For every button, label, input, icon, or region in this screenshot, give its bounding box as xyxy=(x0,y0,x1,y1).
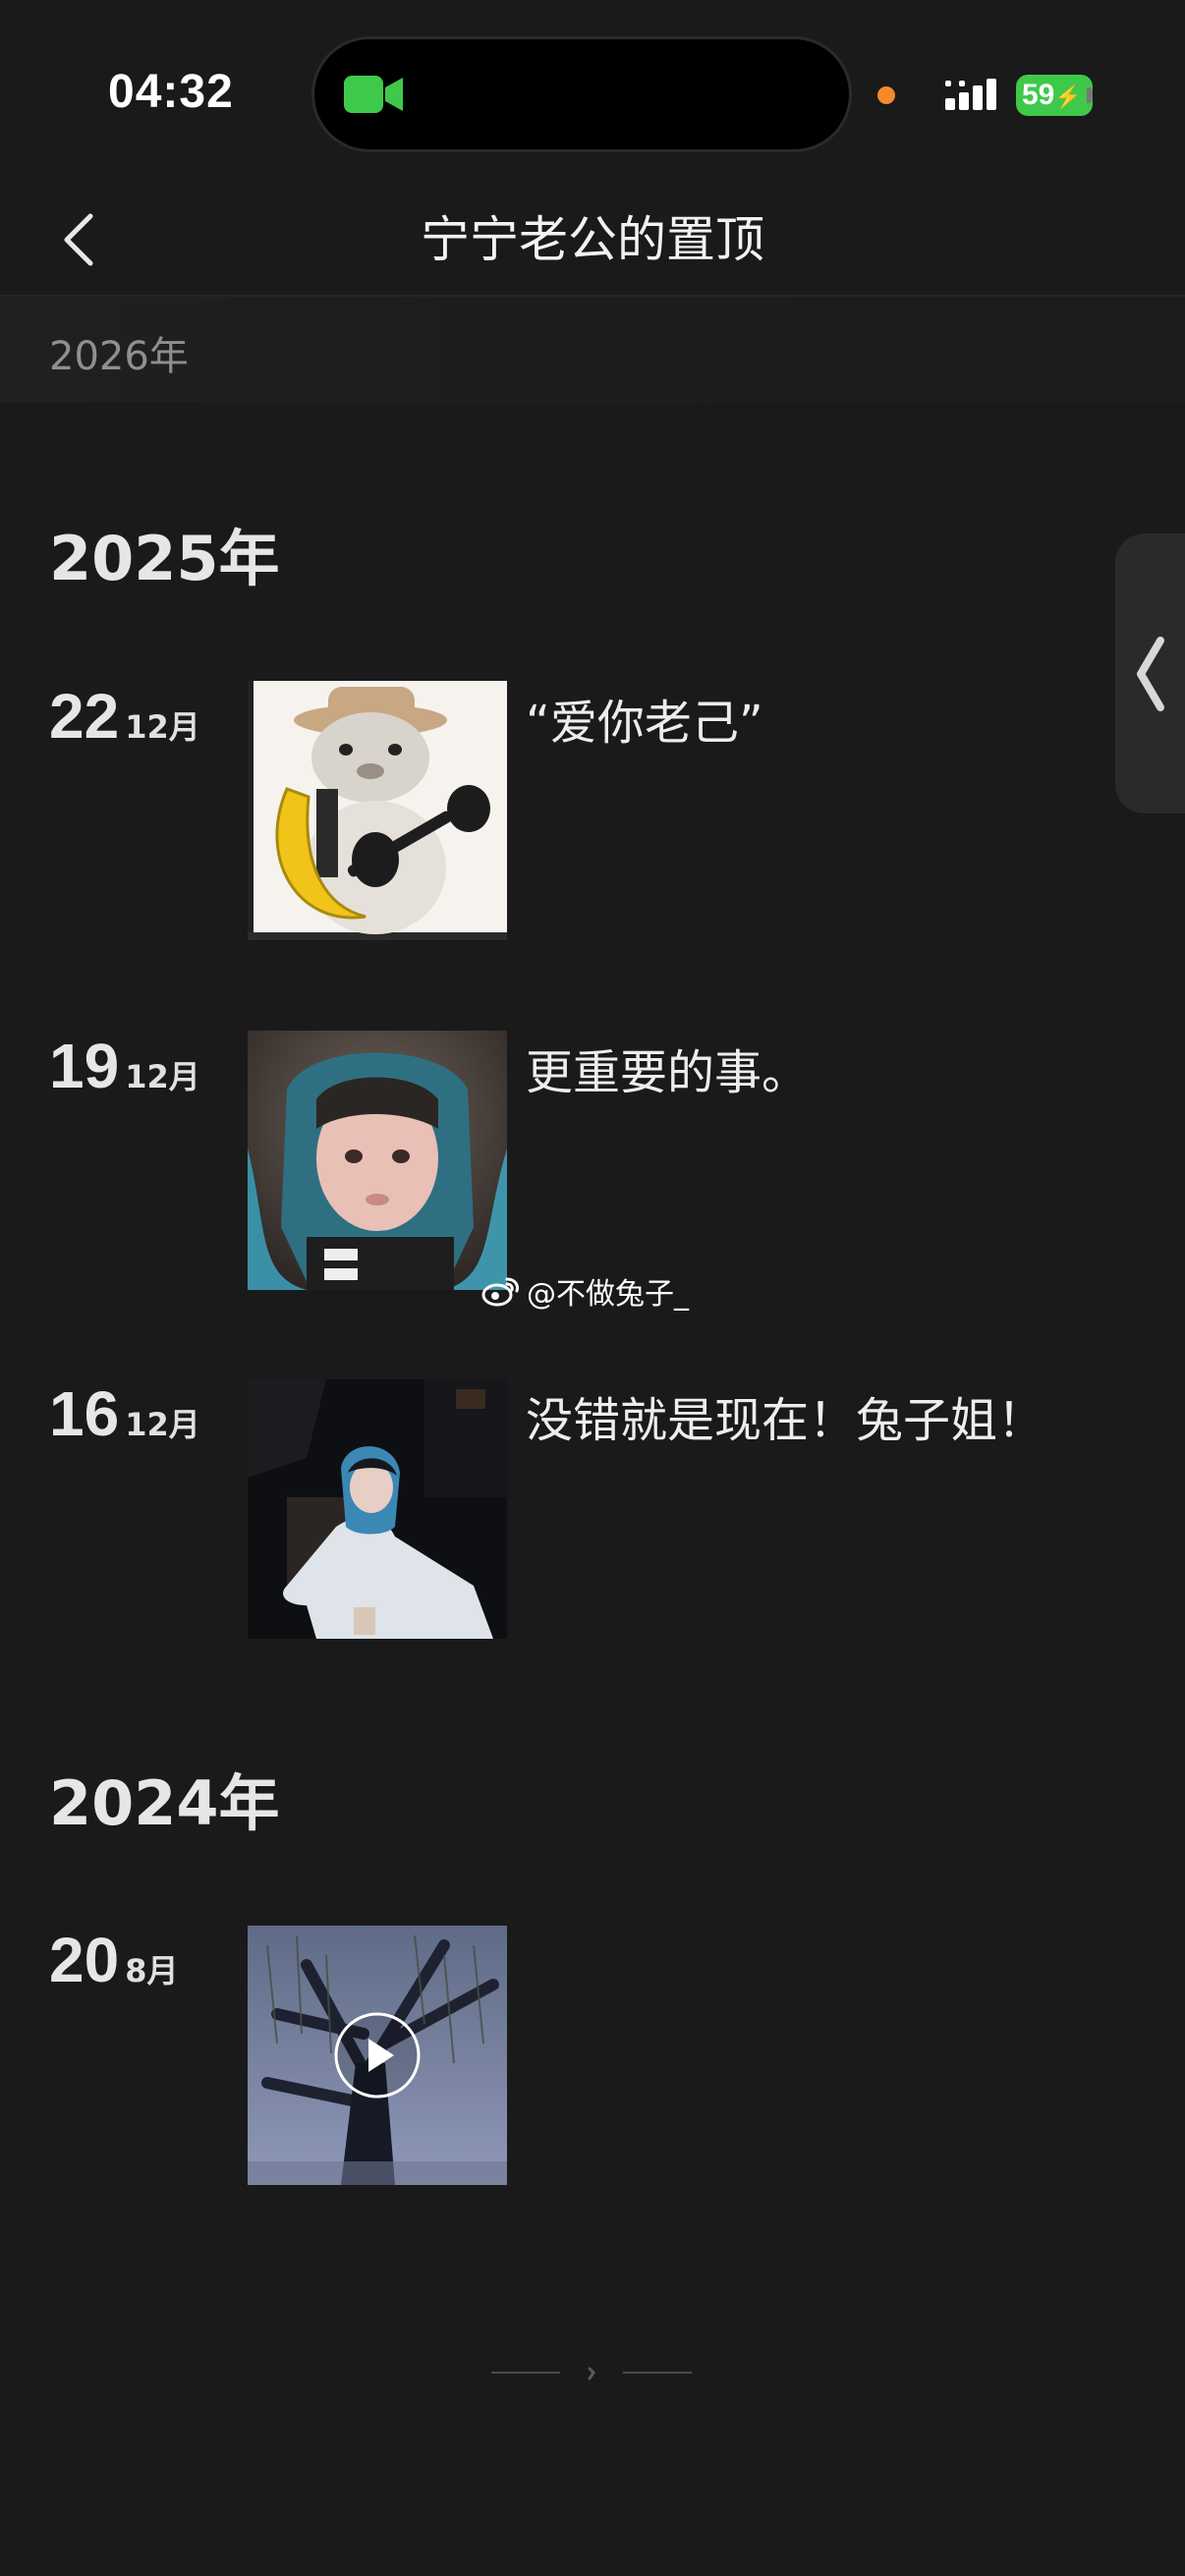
video-camera-icon xyxy=(344,76,403,113)
status-bar: 04:32 59⚡ xyxy=(0,0,1185,187)
year-heading: 2025年 xyxy=(49,523,280,594)
entry-month: 12月 xyxy=(125,1406,200,1443)
battery-icon: 59⚡ xyxy=(1016,75,1093,116)
end-divider-icon xyxy=(491,2367,692,2380)
status-time: 04:32 xyxy=(108,66,234,118)
play-icon[interactable] xyxy=(333,2011,422,2100)
entry-month: 12月 xyxy=(125,1058,200,1095)
entry-date: 16 12月 xyxy=(49,1377,200,1450)
entry-text[interactable]: 没错就是现在！兔子姐！ xyxy=(526,1381,1044,1450)
entry-day: 16 xyxy=(49,1378,120,1449)
entry-text[interactable]: “爱你老己” xyxy=(526,684,763,753)
battery-nub xyxy=(1087,87,1093,103)
entry-month: 8月 xyxy=(125,1952,179,1989)
post-thumbnail[interactable] xyxy=(248,1031,507,1290)
watermark-text: @不做兔子_ xyxy=(527,1277,689,1312)
back-chevron-icon xyxy=(64,213,93,266)
weibo-icon xyxy=(481,1277,519,1307)
side-panel-handle[interactable] xyxy=(1115,533,1185,813)
sticky-year-header: 2026年 xyxy=(0,297,1185,403)
year-heading: 2024年 xyxy=(49,1767,280,1839)
post-video-thumbnail[interactable] xyxy=(248,1926,507,2185)
signal-icon xyxy=(945,79,996,110)
cat-with-banana-and-dumbbell-image xyxy=(248,681,507,940)
entry-month: 12月 xyxy=(125,708,200,746)
post-thumbnail[interactable] xyxy=(248,681,507,940)
privacy-indicator-dot xyxy=(877,86,895,104)
page-title: 宁宁老公的置顶 xyxy=(421,211,764,268)
entry-day: 22 xyxy=(49,681,120,752)
entry-date: 22 12月 xyxy=(49,680,200,753)
nav-bar: 宁宁老公的置顶 xyxy=(0,187,1185,295)
dynamic-island xyxy=(314,39,849,149)
entry-date: 20 8月 xyxy=(49,1924,178,1996)
side-handle-chevron-icon xyxy=(1136,636,1164,711)
entry-day: 20 xyxy=(49,1925,120,1995)
battery-level: 59 xyxy=(1022,79,1055,111)
entry-day: 19 xyxy=(49,1031,120,1101)
post-thumbnail[interactable] xyxy=(248,1379,507,1639)
entry-date: 19 12月 xyxy=(49,1030,200,1102)
end-of-list-marker xyxy=(0,2358,1185,2387)
girl-blue-hair-hood-image xyxy=(248,1031,507,1290)
girl-blue-hair-night-image xyxy=(248,1379,507,1639)
sticky-year-label: 2026年 xyxy=(49,334,189,379)
weibo-watermark: @不做兔子_ xyxy=(481,1269,689,1313)
back-button[interactable] xyxy=(39,200,118,279)
entry-text[interactable]: 更重要的事。 xyxy=(526,1034,809,1102)
